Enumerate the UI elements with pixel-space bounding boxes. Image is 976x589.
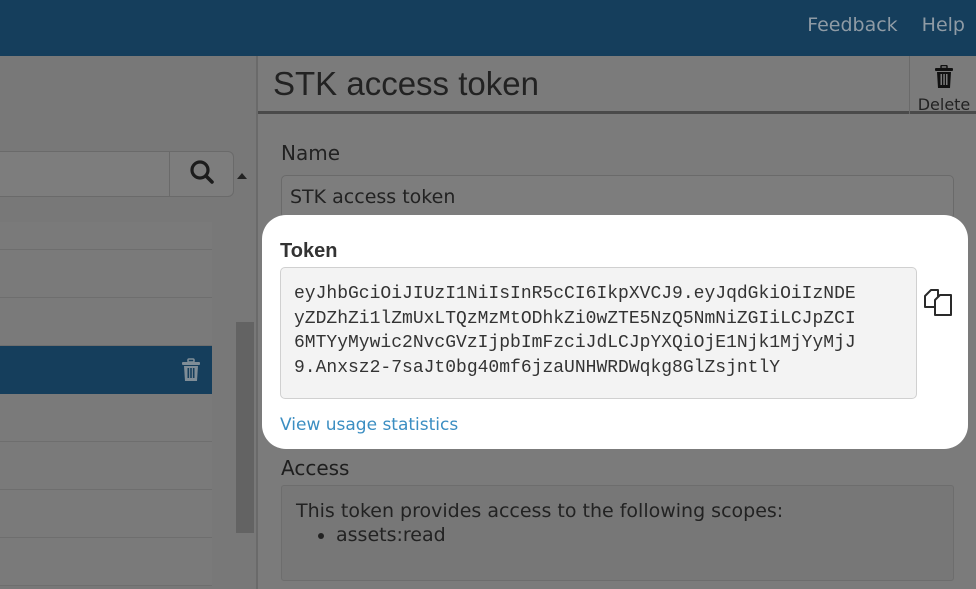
list-item[interactable] bbox=[0, 394, 212, 442]
trash-icon bbox=[935, 64, 953, 88]
detail-header: STK access token Delete bbox=[258, 56, 976, 114]
top-nav-links: Feedback Help bbox=[807, 14, 976, 36]
name-field[interactable]: STK access token bbox=[281, 175, 954, 219]
token-label: Token bbox=[280, 240, 338, 262]
list-item[interactable] bbox=[0, 222, 212, 250]
list-item[interactable] bbox=[0, 490, 212, 538]
copy-icon bbox=[924, 289, 952, 316]
token-value-box[interactable]: eyJhbGciOiJIUzI1NiIsInR5cCI6IkpXVCJ9.eyJ… bbox=[280, 267, 917, 399]
token-highlight-card: Token eyJhbGciOiJIUzI1NiIsInR5cCI6IkpXVC… bbox=[262, 215, 968, 449]
feedback-link[interactable]: Feedback bbox=[807, 14, 897, 36]
search-icon bbox=[189, 159, 215, 189]
list-item[interactable] bbox=[0, 250, 212, 298]
top-navigation-bar: Feedback Help bbox=[0, 0, 976, 56]
search-bar bbox=[0, 151, 234, 197]
list-item[interactable] bbox=[0, 298, 212, 346]
search-button[interactable] bbox=[169, 152, 233, 196]
scroll-up-arrow[interactable] bbox=[237, 173, 247, 179]
token-line: 6MTYyMywic2NvcGVzIjpbImFzciJdLCJpYXQiOjE… bbox=[294, 333, 856, 353]
scrollbar-thumb[interactable] bbox=[236, 322, 254, 533]
token-line: 9.Anxsz2-7saJt0bg40mf6jzaUNHWRDWqkg8GlZs… bbox=[294, 357, 781, 378]
help-link[interactable]: Help bbox=[922, 14, 965, 36]
token-line: yZDZhZi1lZmUxLTQzMzMtODhkZi0wZTE5NzQ5NmN… bbox=[294, 308, 856, 329]
trash-icon[interactable] bbox=[180, 358, 202, 386]
token-list-panel bbox=[0, 56, 256, 589]
access-scopes-box: This token provides access to the follow… bbox=[281, 485, 954, 581]
list-item[interactable] bbox=[0, 442, 212, 490]
page-title: STK access token bbox=[273, 65, 539, 102]
copy-token-button[interactable] bbox=[923, 287, 953, 321]
delete-button[interactable]: Delete bbox=[909, 56, 976, 114]
view-usage-statistics-link[interactable]: View usage statistics bbox=[280, 415, 458, 435]
search-input[interactable] bbox=[0, 152, 167, 196]
delete-label: Delete bbox=[917, 95, 971, 114]
access-description: This token provides access to the follow… bbox=[296, 500, 784, 522]
scope-list: assets:read bbox=[336, 524, 939, 546]
list-item-selected[interactable] bbox=[0, 346, 212, 394]
list-item[interactable] bbox=[0, 538, 212, 586]
name-label: Name bbox=[281, 141, 341, 165]
access-label: Access bbox=[281, 456, 350, 480]
token-line: eyJhbGciOiJIUzI1NiIsInR5cCI6IkpXVCJ9.eyJ… bbox=[294, 284, 856, 304]
scope-item: assets:read bbox=[336, 524, 939, 546]
token-list bbox=[0, 222, 212, 586]
